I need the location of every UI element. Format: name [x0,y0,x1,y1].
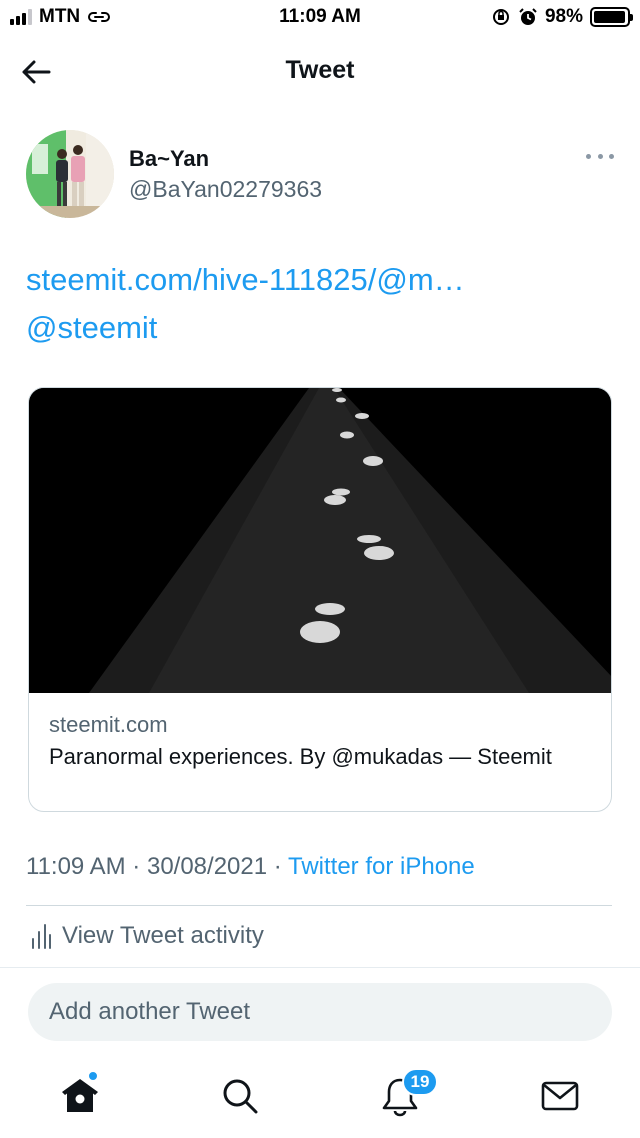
author-handle[interactable]: @BaYan02279363 [129,176,322,203]
author-name[interactable]: Ba~Yan [129,146,209,172]
add-tweet-input[interactable]: Add another Tweet [28,983,612,1041]
dot-icon [597,153,603,159]
view-activity-label: View Tweet activity [62,922,264,949]
bottom-tab-bar: 19 [0,1058,640,1138]
divider [0,967,640,968]
view-activity-button[interactable]: View Tweet activity [30,922,264,950]
top-nav: Tweet [0,40,640,104]
footprints-image [29,388,611,693]
tweet-timestamp: 11:09 AM · 30/08/2021 · Twitter for iPho… [26,853,614,881]
meta-separator: · [273,853,282,880]
tab-search[interactable] [218,1074,262,1118]
add-tweet-placeholder: Add another Tweet [49,998,251,1025]
card-domain: steemit.com [49,712,168,737]
more-options-button[interactable] [586,148,614,164]
rotation-lock-icon [492,9,509,25]
dot-icon [609,153,614,159]
tweet-source-link[interactable]: Twitter for iPhone [288,853,475,880]
tweet-date: 30/08/2021 [146,853,268,880]
tweet-mention[interactable]: @steemit [26,304,614,352]
search-icon [223,1079,258,1114]
new-content-dot [87,1070,99,1082]
mail-icon [541,1081,579,1111]
avatar-photo [26,130,114,218]
dot-icon [586,153,591,159]
notification-badge: 19 [402,1068,438,1096]
battery-percent: 98% [544,6,583,27]
meta-separator: · [132,853,141,880]
battery-icon [590,7,633,27]
tweet-text: steemit.com/hive-111825/@m… @steemit [26,256,614,352]
tweet-link[interactable]: steemit.com/hive-111825/@m… [26,256,614,304]
alarm-icon [519,8,537,25]
tab-home[interactable] [58,1070,102,1118]
tweet-time: 11:09 AM [26,853,126,880]
link-preview-card[interactable]: steemit.com Paranormal experiences. By @… [28,387,612,812]
tab-notifications[interactable]: 19 [378,1068,438,1118]
page-title: Tweet [285,56,355,84]
status-right: 98% [491,6,633,28]
tab-messages[interactable] [538,1074,582,1118]
divider [26,905,612,906]
card-image [29,388,611,693]
tweet-author: Ba~Yan @BaYan02279363 [26,130,614,220]
analytics-icon [32,924,51,949]
card-body: steemit.com Paranormal experiences. By @… [29,693,611,772]
avatar[interactable] [26,130,114,218]
status-bar: MTN 11:09 AM 98% [0,0,640,34]
card-title: Paranormal experiences. By @mukadas — St… [49,744,552,769]
